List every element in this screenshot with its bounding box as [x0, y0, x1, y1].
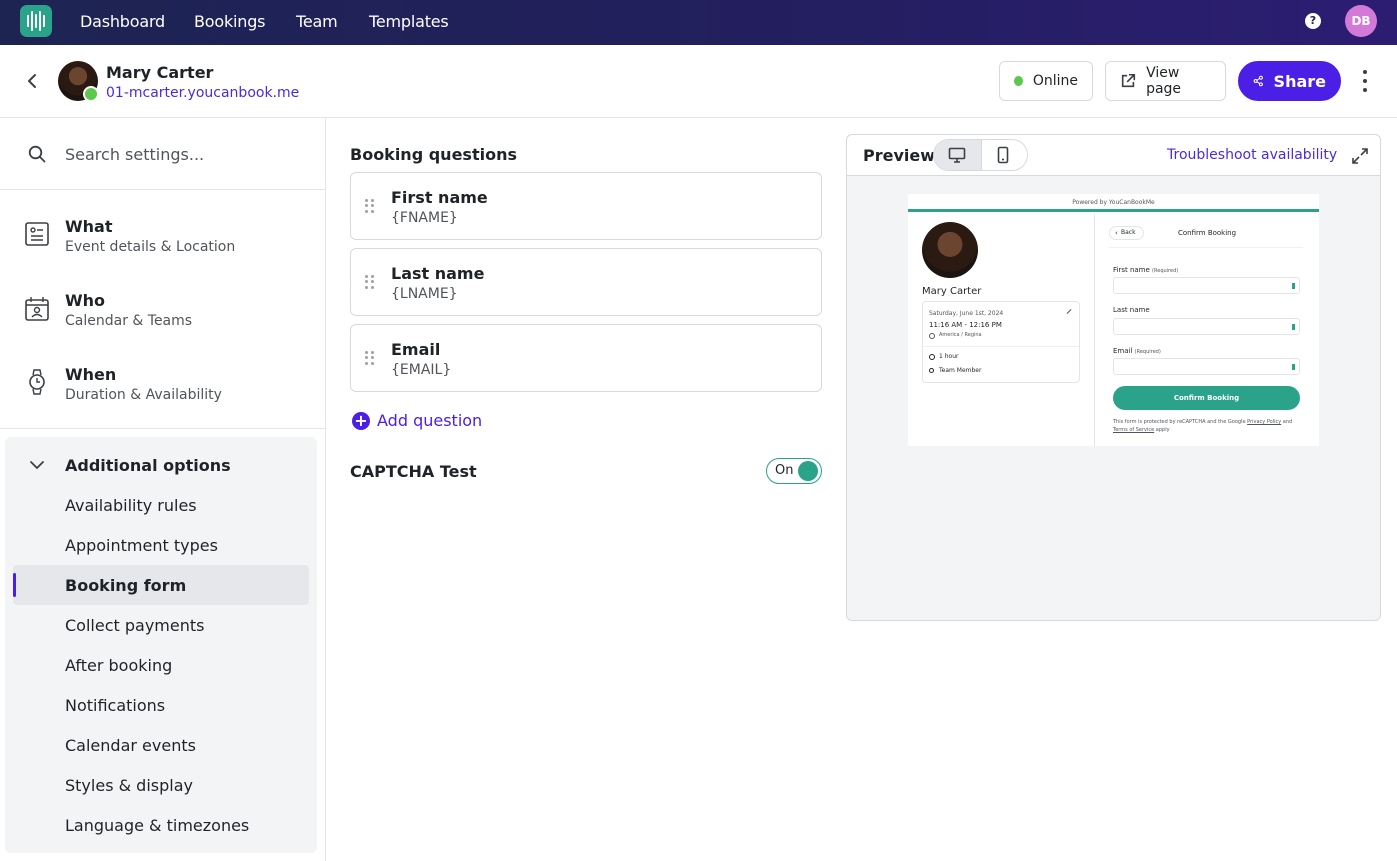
drag-handle-icon[interactable]	[365, 351, 375, 365]
menu-after-booking[interactable]: After booking	[65, 656, 172, 675]
menu-notifications[interactable]: Notifications	[65, 696, 165, 715]
question-label: First name	[391, 188, 488, 207]
mini-header-divider	[1109, 247, 1303, 248]
mini-clock-icon	[929, 354, 935, 360]
section-when-subtitle: Duration & Availability	[65, 387, 222, 403]
captcha-label: CAPTCHA Test	[350, 462, 477, 481]
watch-icon	[29, 369, 45, 395]
mini-time: 11:16 AM - 12:16 PM	[929, 321, 1002, 329]
section-who-subtitle: Calendar & Teams	[65, 313, 193, 329]
device-toggle-divider	[981, 140, 982, 170]
mini-field-icon	[1292, 324, 1296, 330]
share-icon	[1253, 75, 1263, 87]
drag-handle-icon[interactable]	[365, 199, 375, 213]
sidebar-divider	[0, 428, 325, 429]
troubleshoot-availability-link[interactable]: Troubleshoot availability	[1167, 147, 1337, 163]
more-options-icon[interactable]	[1355, 70, 1375, 92]
mini-confirm-title: Confirm Booking	[1178, 229, 1237, 237]
mini-field-input	[1113, 358, 1300, 375]
mini-field-icon	[1292, 283, 1296, 289]
mini-field-icon	[1292, 364, 1296, 370]
mini-name: Mary Carter	[922, 286, 982, 297]
help-icon[interactable]: ?	[1305, 13, 1321, 29]
user-avatar[interactable]: DB	[1345, 5, 1377, 37]
mobile-icon[interactable]	[997, 146, 1009, 164]
chevron-down-icon[interactable]	[28, 459, 46, 471]
document-icon	[25, 222, 49, 246]
mini-timezone: America / Regina	[939, 332, 982, 338]
menu-collect-payments[interactable]: Collect payments	[65, 616, 204, 635]
contact-calendar-icon	[25, 297, 49, 321]
share-label: Share	[1273, 71, 1326, 91]
menu-language-timezones[interactable]: Language & timezones	[65, 816, 249, 835]
menu-availability-rules[interactable]: Availability rules	[65, 496, 197, 515]
mini-duration: 1 hour	[939, 353, 959, 360]
mini-confirm-button: Confirm Booking	[1113, 386, 1300, 410]
captcha-toggle-knob	[798, 461, 818, 481]
mini-card-divider	[923, 346, 1079, 347]
menu-styles-display[interactable]: Styles & display	[65, 776, 193, 795]
question-token: {EMAIL}	[391, 362, 452, 378]
mini-field-label: Last name	[1113, 306, 1150, 314]
question-label: Email	[391, 340, 441, 359]
section-what-subtitle: Event details & Location	[65, 239, 236, 255]
plus-circle-icon[interactable]: +	[352, 412, 370, 430]
mini-profile-photo	[922, 222, 978, 278]
search-settings-input[interactable]	[65, 143, 305, 165]
additional-options-title[interactable]: Additional options	[65, 456, 231, 475]
online-dot-icon	[1014, 76, 1023, 86]
external-link-icon	[1121, 73, 1136, 88]
search-icon	[28, 145, 46, 163]
nav-dashboard[interactable]: Dashboard	[80, 12, 165, 31]
profile-name: Mary Carter	[106, 63, 214, 82]
online-status-button[interactable]: Online	[999, 61, 1093, 101]
captcha-toggle-text: On	[775, 463, 794, 478]
mini-recaptcha-notice: This form is protected by reCAPTCHA and …	[1113, 419, 1293, 433]
back-arrow-icon[interactable]	[24, 72, 42, 90]
mini-powered-by: Powered by YouCanBookMe	[908, 194, 1319, 212]
view-page-button[interactable]: View page	[1105, 61, 1226, 101]
mini-team-member: Team Member	[939, 367, 982, 374]
question-token: {FNAME}	[391, 210, 458, 226]
expand-icon[interactable]	[1351, 147, 1369, 165]
section-who-title[interactable]: Who	[65, 291, 105, 310]
preview-title: Preview	[863, 146, 936, 165]
add-question-button[interactable]: Add question	[377, 411, 482, 430]
mini-field-label: Email (Required)	[1113, 347, 1161, 355]
mini-field-input	[1113, 318, 1300, 335]
question-token: {LNAME}	[391, 286, 458, 302]
section-when-title[interactable]: When	[65, 365, 116, 384]
booking-questions-title: Booking questions	[350, 145, 517, 164]
profile-url-link[interactable]: 01-mcarter.youcanbook.me	[106, 85, 299, 101]
mini-back-chevron-icon: ‹	[1115, 229, 1118, 237]
menu-appointment-types[interactable]: Appointment types	[65, 536, 218, 555]
mini-globe-icon	[929, 333, 935, 339]
nav-templates[interactable]: Templates	[369, 12, 449, 31]
nav-bookings[interactable]: Bookings	[194, 12, 266, 31]
online-status-dot	[83, 86, 99, 102]
desktop-icon[interactable]	[948, 147, 966, 163]
online-label: Online	[1032, 73, 1078, 89]
menu-calendar-events[interactable]: Calendar events	[65, 736, 196, 755]
active-menu-indicator	[13, 573, 16, 597]
view-page-label: View page	[1146, 65, 1182, 97]
menu-booking-form[interactable]: Booking form	[65, 576, 186, 595]
drag-handle-icon[interactable]	[365, 275, 375, 289]
share-button[interactable]: Share	[1238, 61, 1341, 101]
question-label: Last name	[391, 264, 485, 283]
section-what-title[interactable]: What	[65, 217, 112, 236]
mini-field-label: First name (Required)	[1113, 266, 1179, 274]
mini-date: Saturday, June 1st, 2024	[929, 310, 1004, 317]
mini-person-icon	[929, 368, 934, 373]
mini-vertical-divider	[1094, 214, 1095, 446]
nav-team[interactable]: Team	[296, 12, 338, 31]
app-logo-icon[interactable]	[20, 5, 52, 37]
mini-field-input	[1113, 277, 1300, 294]
